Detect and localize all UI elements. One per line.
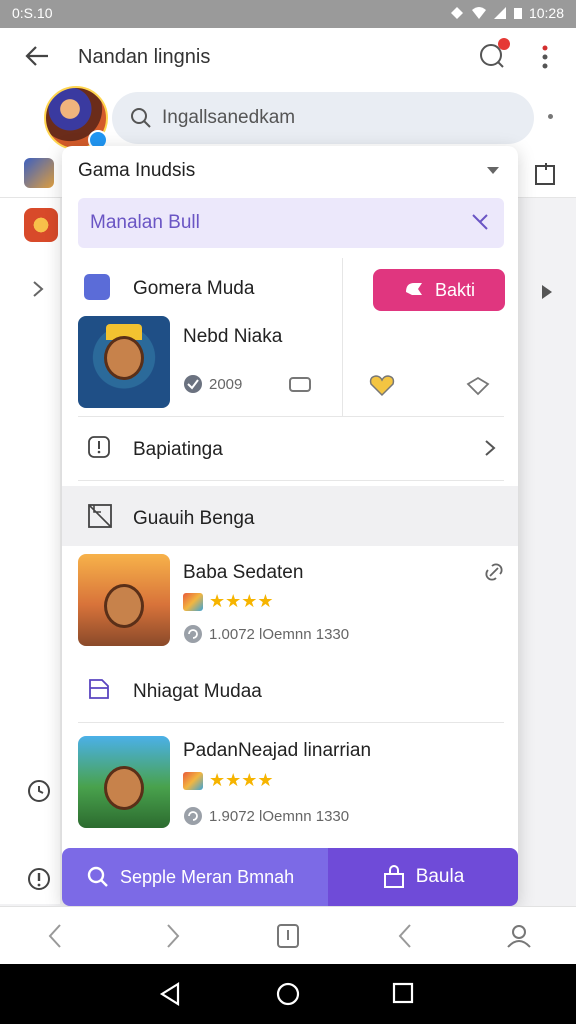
game-thumbnail[interactable] [78,316,170,408]
refresh-icon [184,807,202,825]
heart-icon[interactable] [368,372,396,398]
status-time: 0:S.10 [12,5,53,21]
game-meta: 2009 [183,374,242,394]
system-home-icon[interactable] [276,982,300,1006]
game-badge-icon[interactable] [24,208,58,242]
system-back-icon[interactable] [158,982,182,1006]
action-button[interactable]: Bakti [373,269,505,311]
list-item-meta: 1.9072 lOemnn 1330 [183,806,349,826]
search-icon [131,108,151,128]
battery-icon [513,8,522,19]
refresh-icon [184,625,202,643]
status-bar: 0:S.10 10:28 [0,0,576,28]
search-icon [87,866,108,887]
hand-icon [405,283,422,295]
search-placeholder: Ingallsanedkam [162,107,296,128]
search-action-label: Sepple Meran Bmnah [120,866,295,887]
rating-stars: ★★★★ [183,591,274,612]
game-thumbnail[interactable] [78,736,170,828]
chevron-right-icon[interactable] [484,439,496,457]
back-arrow-icon[interactable] [24,44,50,68]
divider [78,416,504,417]
dropdown-panel: Gama Inudsis Manalan Bull Gomera Muda Ne… [62,146,518,906]
section-three-label: Nhiagat Mudaa [133,681,262,702]
bottom-action-bar: Sepple Meran Bmnah Baula [62,848,518,906]
refresh-icon[interactable] [26,778,52,804]
status-icons: 10:28 [449,5,564,21]
notification-dot [498,38,510,50]
filter-chip[interactable]: Manalan Bull [78,198,504,248]
game-badge-icon [84,274,110,300]
more-vert-icon[interactable] [540,44,550,72]
close-icon[interactable] [470,212,490,232]
play-arrow-icon[interactable] [540,284,554,300]
link-icon[interactable] [484,562,504,582]
nav-collapse-icon[interactable] [396,923,414,949]
chevron-right-icon[interactable] [32,280,44,298]
image-icon [88,504,112,528]
search-row: Ingallsanedkam [0,86,576,152]
divider [342,258,343,416]
wifi-icon [471,7,486,19]
nav-back-icon[interactable] [46,923,64,949]
bag-icon [383,865,404,888]
divider [78,480,504,481]
info-icon [88,436,110,458]
page-title: Nandan lingnis [78,46,211,68]
game-badge-icon [183,771,203,790]
info-icon[interactable] [26,866,52,892]
buy-button[interactable]: Baula [328,848,518,906]
status-clock: 10:28 [528,5,564,21]
overflow-dot-icon [548,114,553,119]
avatar[interactable] [44,86,108,150]
background-right-column [520,198,576,904]
search-action-button[interactable]: Sepple Meran Bmnah [62,848,328,906]
section-header: Guauih Benga [62,486,518,546]
profile-icon[interactable] [506,923,532,949]
divider [78,722,504,723]
diamond-icon[interactable] [466,376,490,396]
action-button-label: Bakti [434,279,476,300]
settings-row-label[interactable]: Bapiatinga [133,439,223,461]
rating-stars: ★★★★ [183,770,274,791]
nav-forward-icon[interactable] [164,923,182,949]
search-input[interactable]: Ingallsanedkam [112,92,534,144]
system-nav-bar [0,964,576,1024]
location-icon [450,7,463,19]
controller-icon[interactable] [288,375,312,393]
check-icon [184,375,202,393]
chevron-down-icon[interactable] [486,166,500,176]
app-bar: Nandan lingnis [0,28,576,86]
game-thumbnail[interactable] [78,554,170,646]
panel-header[interactable]: Gama Inudsis [78,160,195,182]
list-item-title[interactable]: PadanNeajad linarrian [183,740,371,762]
game-count: 2009 [209,375,243,393]
tabs-icon[interactable] [276,923,300,949]
share-icon[interactable] [534,162,556,186]
signal-icon [493,7,506,19]
featured-section-label: Gomera Muda [133,278,255,299]
game-badge-icon [183,592,203,611]
bookmark-icon [89,679,109,699]
bottom-nav [0,906,576,964]
filter-chip-label: Manalan Bull [90,212,200,233]
system-recents-icon[interactable] [392,982,414,1004]
buy-button-label: Baula [415,866,465,887]
game-title[interactable]: Nebd Niaka [183,326,282,348]
list-item-title[interactable]: Baba Sedaten [183,562,303,584]
list-item-meta: 1.0072 lOemnn 1330 [183,624,349,644]
app-thumb-icon[interactable] [24,158,54,188]
chat-button[interactable] [478,38,510,70]
section-two-label: Guauih Benga [133,508,255,529]
